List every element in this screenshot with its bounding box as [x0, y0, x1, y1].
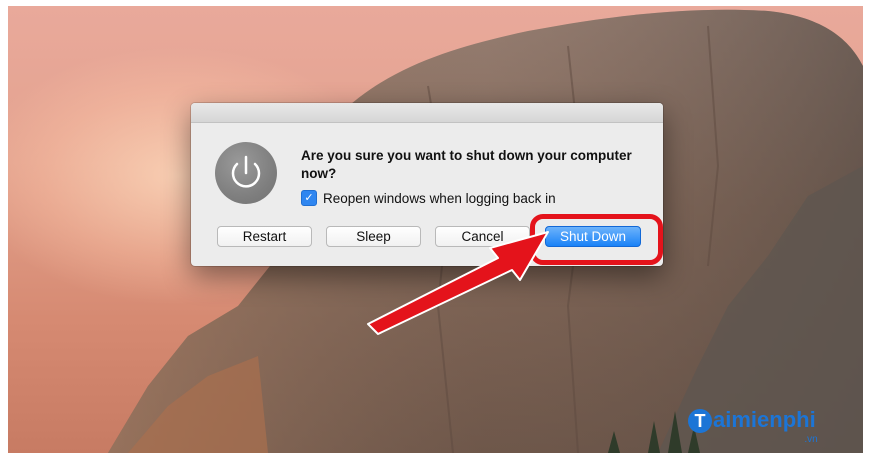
sleep-button[interactable]: Sleep	[326, 226, 421, 247]
dialog-message: Are you sure you want to shut down your …	[301, 148, 632, 181]
watermark: T aimienphi .vn	[688, 407, 818, 445]
highlight-ring	[530, 214, 663, 265]
reopen-windows-option[interactable]: ✓ Reopen windows when logging back in	[301, 190, 556, 206]
watermark-suffix: .vn	[804, 434, 818, 445]
watermark-logo-icon: T	[688, 409, 712, 433]
cancel-button[interactable]: Cancel	[435, 226, 530, 247]
restart-button[interactable]: Restart	[217, 226, 312, 247]
reopen-label: Reopen windows when logging back in	[323, 190, 556, 206]
dialog-titlebar	[191, 103, 663, 123]
power-icon	[215, 142, 277, 204]
reopen-checkbox[interactable]: ✓	[301, 190, 317, 206]
watermark-text: aimienphi	[713, 407, 816, 432]
